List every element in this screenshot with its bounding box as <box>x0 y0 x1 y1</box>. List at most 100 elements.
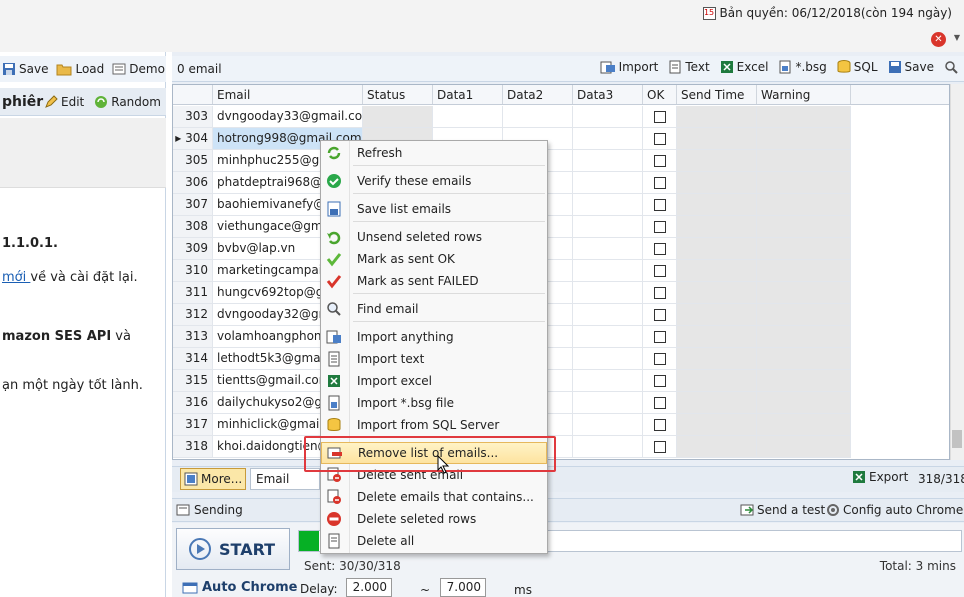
warning-cell[interactable] <box>757 238 851 259</box>
warning-cell[interactable] <box>757 128 851 149</box>
ok-checkbox[interactable] <box>653 242 666 255</box>
menu-item-import-bsg-file[interactable]: Import *.bsg file <box>321 392 547 414</box>
menu-item-import-anything[interactable]: Import anything <box>321 326 547 348</box>
more-button[interactable]: More... <box>180 468 246 490</box>
sendtime-cell[interactable] <box>677 392 757 413</box>
warning-cell[interactable] <box>757 172 851 193</box>
data3-cell[interactable] <box>573 348 643 369</box>
menu-item-delete-emails-that-contains[interactable]: Delete emails that contains... <box>321 486 547 508</box>
config-chrome-button[interactable]: Config auto Chrome <box>826 503 963 517</box>
sendtime-cell[interactable] <box>677 370 757 391</box>
delay-max-input[interactable]: 7.000 <box>440 578 486 597</box>
warning-cell[interactable] <box>757 282 851 303</box>
ok-checkbox[interactable] <box>653 264 666 277</box>
sendtime-cell[interactable] <box>677 150 757 171</box>
ok-checkbox[interactable] <box>653 110 666 123</box>
data3-cell[interactable] <box>573 172 643 193</box>
sendtime-cell[interactable] <box>677 348 757 369</box>
export-button[interactable]: Export <box>852 470 908 484</box>
sendtime-cell[interactable] <box>677 436 757 457</box>
data3-cell[interactable] <box>573 194 643 215</box>
sendtime-cell[interactable] <box>677 128 757 149</box>
ok-checkbox[interactable] <box>653 374 666 387</box>
col-header-warning[interactable]: Warning <box>757 85 851 104</box>
data3-cell[interactable] <box>573 150 643 171</box>
menu-item-delete-seleted-rows[interactable]: Delete seleted rows <box>321 508 547 530</box>
warning-cell[interactable] <box>757 150 851 171</box>
col-header-data2[interactable]: Data2 <box>503 85 573 104</box>
edit-button[interactable]: Edit <box>44 95 84 109</box>
sendtime-cell[interactable] <box>677 326 757 347</box>
warning-cell[interactable] <box>757 392 851 413</box>
col-header-ok[interactable]: OK <box>643 85 677 104</box>
ok-checkbox[interactable] <box>653 330 666 343</box>
sendtime-cell[interactable] <box>677 106 757 127</box>
menu-item-import-text[interactable]: Import text <box>321 348 547 370</box>
data3-cell[interactable] <box>573 304 643 325</box>
menu-item-find-email[interactable]: Find email <box>321 298 547 320</box>
warning-cell[interactable] <box>757 106 851 127</box>
grid-scrollbar[interactable] <box>950 84 964 460</box>
sendtime-cell[interactable] <box>677 172 757 193</box>
col-header-data1[interactable]: Data1 <box>433 85 503 104</box>
search-icon[interactable] <box>944 60 958 74</box>
sendtime-cell[interactable] <box>677 414 757 435</box>
scrollbar-thumb[interactable] <box>952 430 962 448</box>
warning-cell[interactable] <box>757 370 851 391</box>
menu-item-refresh[interactable]: Refresh <box>321 142 547 164</box>
data3-cell[interactable] <box>573 216 643 237</box>
auto-chrome-toggle[interactable]: Auto Chrome <box>182 580 298 595</box>
col-header-data3[interactable]: Data3 <box>573 85 643 104</box>
sendtime-cell[interactable] <box>677 238 757 259</box>
sendtime-cell[interactable] <box>677 260 757 281</box>
data3-cell[interactable] <box>573 106 643 127</box>
menu-item-mark-as-sent-ok[interactable]: Mark as sent OK <box>321 248 547 270</box>
text-button[interactable]: Text <box>668 60 710 74</box>
menu-item-mark-as-sent-failed[interactable]: Mark as sent FAILED <box>321 270 547 292</box>
data3-cell[interactable] <box>573 392 643 413</box>
left-save-button[interactable]: Save <box>2 62 48 76</box>
send-test-button[interactable]: Send a test <box>740 503 825 517</box>
import-button[interactable]: Import <box>600 60 658 74</box>
email-grid[interactable]: Email Status Data1 Data2 Data3 OK Send T… <box>172 84 950 460</box>
table-row[interactable]: 303 dvngooday33@gmail.co <box>173 106 851 128</box>
ok-checkbox[interactable] <box>653 396 666 409</box>
data1-cell[interactable] <box>433 106 503 127</box>
data3-cell[interactable] <box>573 370 643 391</box>
col-header-status[interactable]: Status <box>363 85 433 104</box>
sendtime-cell[interactable] <box>677 304 757 325</box>
ok-checkbox[interactable] <box>653 352 666 365</box>
data3-cell[interactable] <box>573 414 643 435</box>
warning-cell[interactable] <box>757 348 851 369</box>
sendtime-cell[interactable] <box>677 216 757 237</box>
data3-cell[interactable] <box>573 436 643 457</box>
warning-cell[interactable] <box>757 260 851 281</box>
ok-checkbox[interactable] <box>653 198 666 211</box>
data3-cell[interactable] <box>573 326 643 347</box>
warning-cell[interactable] <box>757 216 851 237</box>
ok-checkbox[interactable] <box>653 132 666 145</box>
ok-checkbox[interactable] <box>653 220 666 233</box>
chevron-down-icon[interactable]: ▼ <box>954 33 960 42</box>
menu-item-verify-these-emails[interactable]: Verify these emails <box>321 170 547 192</box>
col-header-sendtime[interactable]: Send Time <box>677 85 757 104</box>
data3-cell[interactable] <box>573 128 643 149</box>
excel-button[interactable]: Excel <box>720 60 768 74</box>
menu-item-import-excel[interactable]: Import excel <box>321 370 547 392</box>
start-button[interactable]: START <box>176 528 290 570</box>
load-button[interactable]: Load <box>56 62 104 76</box>
close-icon[interactable]: ✕ <box>931 32 946 47</box>
right-save-button[interactable]: Save <box>888 60 934 74</box>
menu-item-unsend-seleted-rows[interactable]: Unsend seleted rows <box>321 226 547 248</box>
status-cell[interactable] <box>363 106 433 127</box>
delay-min-input[interactable]: 2.000 <box>346 578 392 597</box>
data3-cell[interactable] <box>573 282 643 303</box>
menu-item-import-from-sql-server[interactable]: Import from SQL Server <box>321 414 547 436</box>
data3-cell[interactable] <box>573 238 643 259</box>
warning-cell[interactable] <box>757 304 851 325</box>
bsg-button[interactable]: *.bsg <box>778 60 827 74</box>
sendtime-cell[interactable] <box>677 282 757 303</box>
ok-checkbox[interactable] <box>653 308 666 321</box>
sendtime-cell[interactable] <box>677 194 757 215</box>
ok-checkbox[interactable] <box>653 154 666 167</box>
